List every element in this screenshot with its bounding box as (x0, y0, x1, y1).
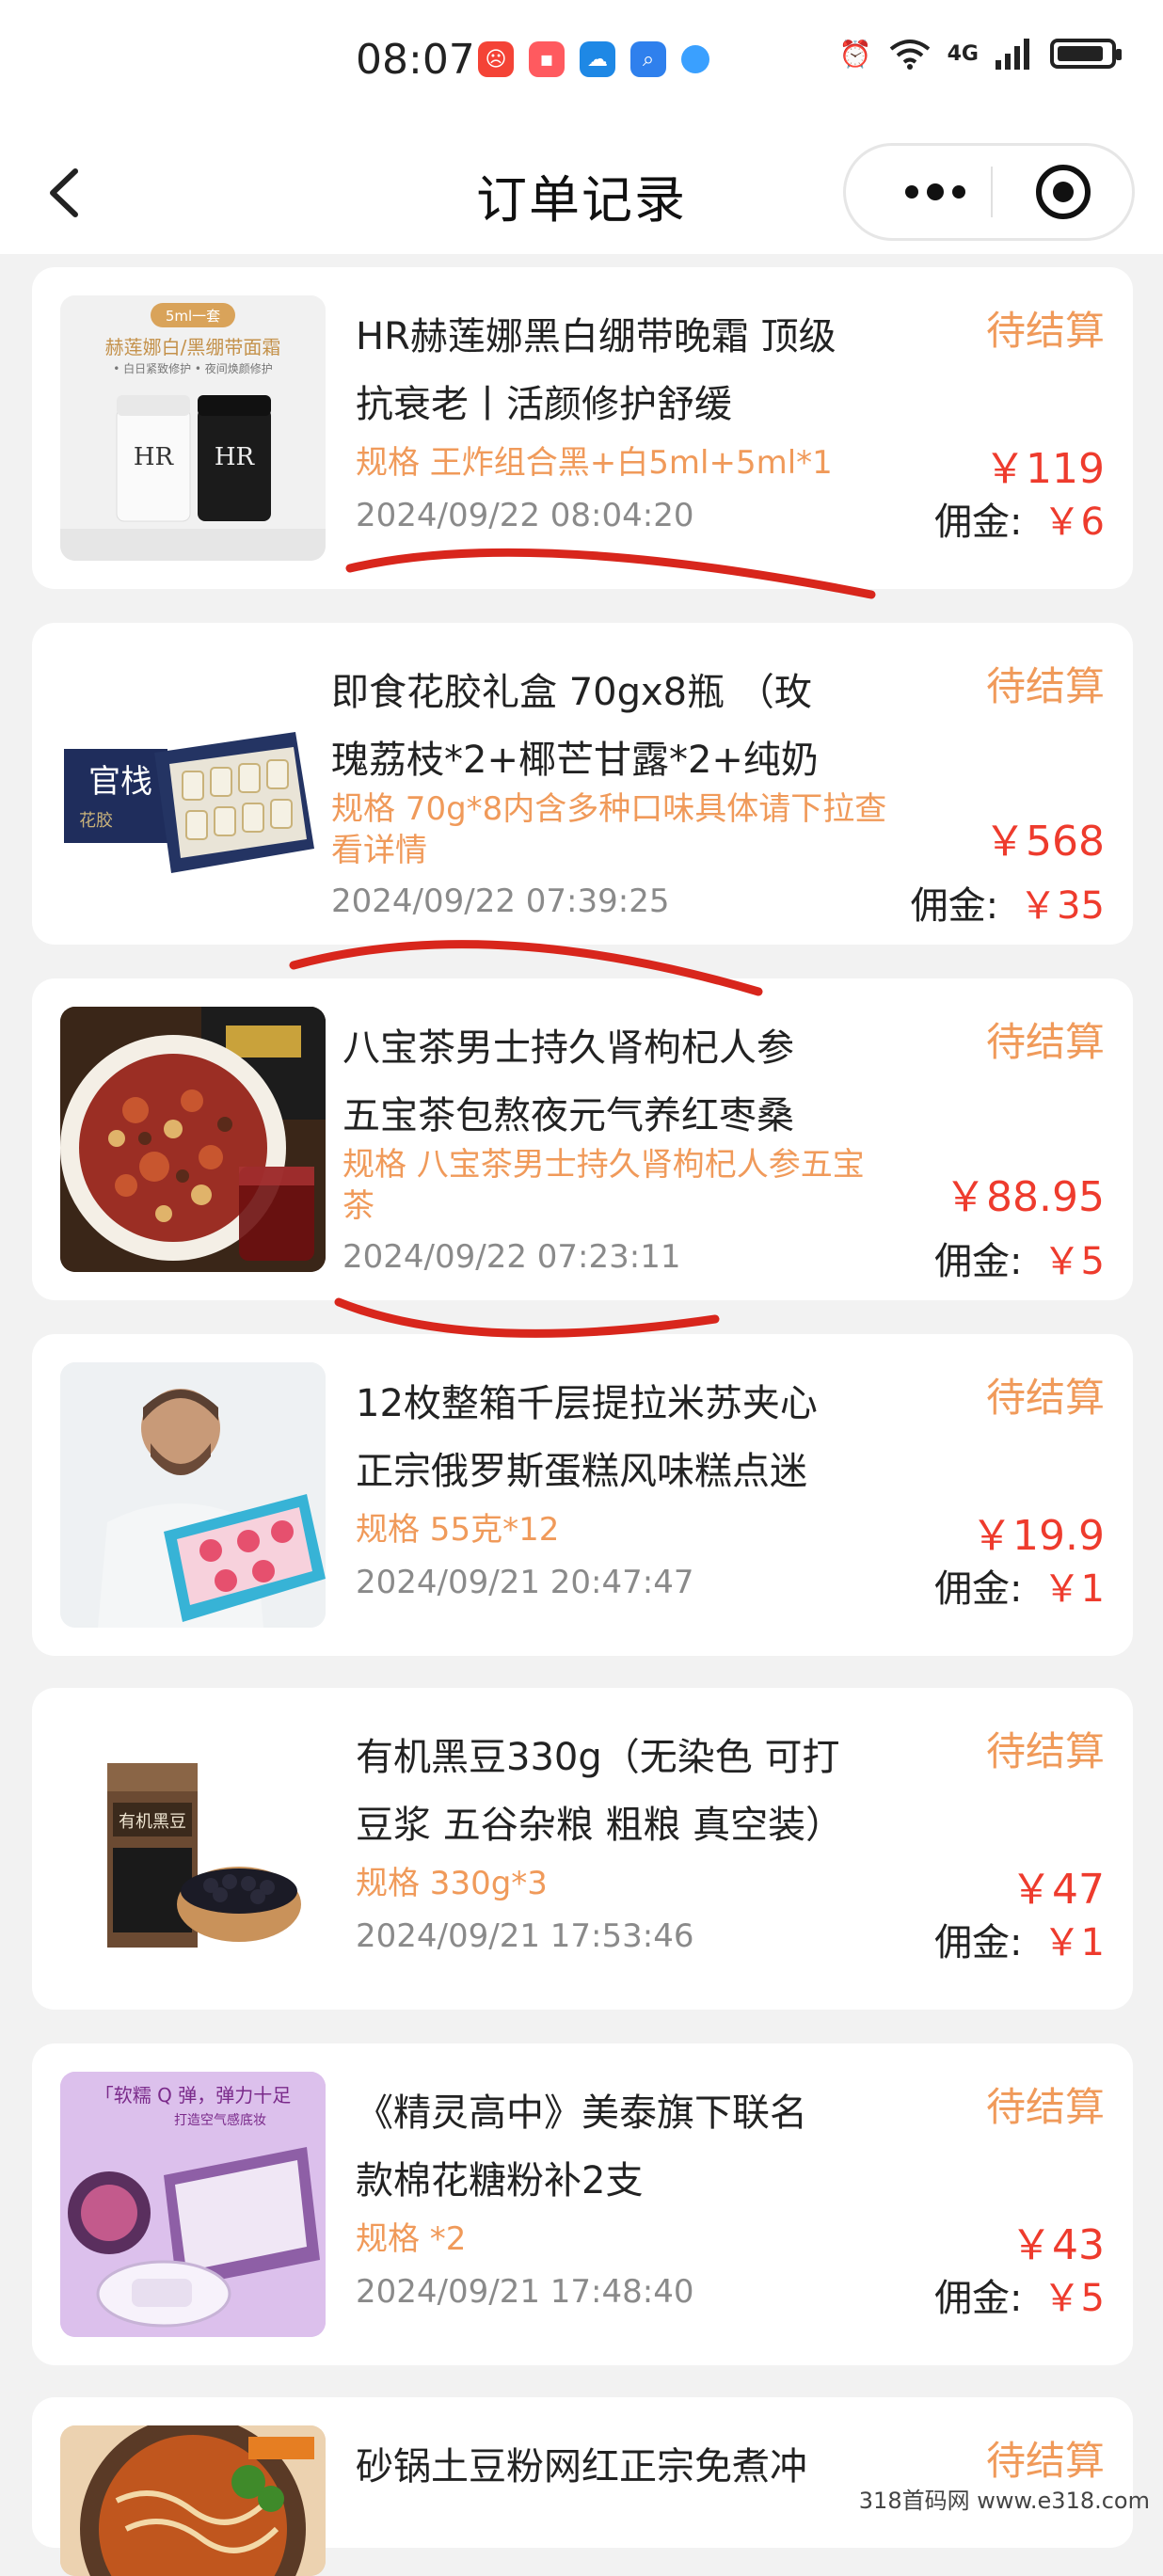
commission-value: ￥1 (1043, 1567, 1105, 1611)
close-button[interactable] (1034, 163, 1092, 221)
commission-value: ￥1 (1043, 1921, 1105, 1964)
thumb-banner: 「软糯 Q 弹，弹力十足 (95, 2084, 291, 2107)
order-title: 有机黑豆330g（无染色 可打 豆浆 五谷杂粮 粗粮 真空装） (356, 1736, 844, 1847)
order-price: ￥88.95 (945, 1173, 1105, 1221)
commission-value: ￥5 (1043, 2277, 1105, 2320)
order-title: 即食花胶礼盒 70gx8瓶 （玫 瑰荔枝*2+椰芒甘露*2+纯奶 (331, 671, 819, 782)
commission-label: 佣金: (934, 501, 1023, 544)
product-thumbnail: 有机黑豆 (60, 1716, 326, 1981)
app-notification-icon (681, 45, 709, 73)
order-card[interactable]: 「软糯 Q 弹，弹力十足 打造空气感底妆 《精灵高中》美泰旗下联名 款棉花糖粉补… (32, 2043, 1133, 2365)
product-thumbnail: 官栈 花胶 (60, 651, 326, 916)
order-status: 待结算 (985, 1019, 1105, 1065)
network-type: 4G (947, 41, 979, 66)
order-spec: 规格 55克*12 (356, 1511, 560, 1549)
app-notification-icon: ⌕ (630, 41, 666, 77)
order-commission: 佣金: ￥6 (934, 491, 1105, 546)
order-card[interactable]: 12枚整箱千层提拉米苏夹心 正宗俄罗斯蛋糕风味糕点迷 规格 55克*12 202… (32, 1334, 1133, 1656)
order-title: 《精灵高中》美泰旗下联名 款棉花糖粉补2支 (356, 2091, 807, 2202)
thumb-caption: 赫莲娜白/黑绷带面霜 (105, 336, 281, 358)
order-date: 2024/09/22 07:23:11 (343, 1238, 681, 1276)
order-title: 八宝茶男士持久肾枸杞人参 五宝茶包熬夜元气养红枣桑 (343, 1026, 794, 1137)
order-status: 待结算 (985, 663, 1105, 709)
product-thumbnail (60, 1007, 326, 1272)
order-status: 待结算 (985, 1728, 1105, 1774)
order-card[interactable]: 有机黑豆 有机黑豆330g（无染色 可打 豆浆 五谷杂粮 粗粮 真空装） 规格 … (32, 1688, 1133, 2010)
target-close-icon (1036, 165, 1091, 219)
status-time: 08:07 (356, 36, 475, 84)
commission-label: 佣金: (934, 1921, 1023, 1964)
order-card[interactable]: 官栈 花胶 即食花胶礼盒 70gx8瓶 （玫 瑰荔枝*2+椰芒甘露*2+纯奶 规… (32, 623, 1133, 945)
order-status: 待结算 (985, 2438, 1105, 2484)
commission-label: 佣金: (910, 884, 999, 928)
alarm-icon: ⏰ (838, 38, 872, 70)
order-spec: 规格 70g*8内含多种口味具体请下拉查 看详情 (331, 790, 887, 869)
product-thumbnail: 5ml一套 赫莲娜白/黑绷带面霜 • 白日紧致修护 • 夜间焕颜修护 HR HR (60, 295, 326, 561)
signal-icon (996, 39, 1029, 70)
wifi-icon (889, 40, 930, 70)
thumb-sub: 打造空气感底妆 (174, 2112, 266, 2128)
order-price: ￥43 (1011, 2221, 1105, 2269)
thumb-label: 有机黑豆 (119, 1812, 186, 1832)
commission-label: 佣金: (934, 1240, 1023, 1283)
order-card[interactable]: 八宝茶男士持久肾枸杞人参 五宝茶包熬夜元气养红枣桑 规格 八宝茶男士持久肾枸杞人… (32, 978, 1133, 1300)
app-notification-icon: ☁ (580, 41, 615, 77)
commission-label: 佣金: (934, 1567, 1023, 1611)
battery-icon (1050, 39, 1122, 69)
order-status: 待结算 (985, 2084, 1105, 2130)
order-date: 2024/09/22 07:39:25 (331, 883, 670, 920)
order-commission: 佣金: ￥1 (934, 1912, 1105, 1966)
thumb-sub: • 白日紧致修护 • 夜间焕颜修护 (113, 361, 273, 375)
order-price: ￥19.9 (971, 1512, 1105, 1560)
order-spec: 规格 王炸组合黑+白5ml+5ml*1 (356, 444, 833, 482)
order-title: HR赫莲娜黑白绷带晚霜 顶级 抗衰老丨活颜修护舒缓 (356, 315, 836, 426)
system-icons: ⏰ 4G (838, 38, 1122, 70)
thumb-brand-sub: 花胶 (79, 811, 113, 831)
app-notification-icon: ▪ (529, 41, 565, 77)
commission-value: ￥5 (1043, 1240, 1105, 1283)
more-button[interactable] (884, 146, 987, 238)
order-status: 待结算 (985, 308, 1105, 354)
nav-bar: 订单记录 (0, 132, 1163, 254)
order-commission: 佣金: ￥1 (934, 1558, 1105, 1613)
order-date: 2024/09/21 17:53:46 (356, 1917, 694, 1955)
notification-icons: ☹ ▪ ☁ ⌕ (478, 41, 709, 77)
order-date: 2024/09/22 08:04:20 (356, 497, 694, 534)
more-dots-icon (905, 183, 965, 200)
mini-program-capsule (843, 143, 1135, 241)
order-spec: 规格 八宝茶男士持久肾枸杞人参五宝 茶 (343, 1146, 865, 1225)
capsule-divider (991, 167, 993, 217)
status-bar: 08:07 ☹ ▪ ☁ ⌕ ⏰ 4G (0, 0, 1163, 132)
order-commission: 佣金: ￥5 (934, 1231, 1105, 1285)
order-date: 2024/09/21 17:48:40 (356, 2273, 694, 2311)
order-price: ￥119 (984, 445, 1105, 493)
order-date: 2024/09/21 20:47:47 (356, 1564, 694, 1601)
svg-text:HR: HR (215, 443, 256, 471)
order-title: 砂锅土豆粉网红正宗免煮冲 (356, 2445, 807, 2489)
product-thumbnail (60, 2425, 326, 2576)
order-title: 12枚整箱千层提拉米苏夹心 正宗俄罗斯蛋糕风味糕点迷 (356, 1382, 818, 1493)
order-commission: 佣金: ￥5 (934, 2267, 1105, 2322)
thumb-brand: 官栈 (88, 763, 152, 801)
commission-label: 佣金: (934, 2277, 1023, 2320)
order-commission: 佣金: ￥35 (911, 875, 1105, 930)
order-price: ￥568 (984, 818, 1105, 866)
order-spec: 规格 330g*3 (356, 1865, 548, 1902)
app-notification-icon: ☹ (478, 41, 514, 77)
commission-value: ￥35 (1019, 884, 1105, 928)
product-thumbnail (60, 1362, 326, 1628)
watermark: 318首码网 www.e318.com (858, 2488, 1150, 2514)
order-card[interactable]: 5ml一套 赫莲娜白/黑绷带面霜 • 白日紧致修护 • 夜间焕颜修护 HR HR… (32, 267, 1133, 589)
red-underline-annotation (334, 1297, 720, 1338)
thumb-badge: 5ml一套 (166, 308, 220, 325)
order-status: 待结算 (985, 1375, 1105, 1421)
order-card[interactable]: 砂锅土豆粉网红正宗免煮冲 待结算 (32, 2397, 1133, 2576)
order-price: ￥47 (1011, 1866, 1105, 1914)
svg-text:HR: HR (134, 443, 175, 471)
product-thumbnail: 「软糯 Q 弹，弹力十足 打造空气感底妆 (60, 2072, 326, 2337)
commission-value: ￥6 (1043, 501, 1105, 544)
order-spec: 规格 *2 (356, 2220, 467, 2258)
